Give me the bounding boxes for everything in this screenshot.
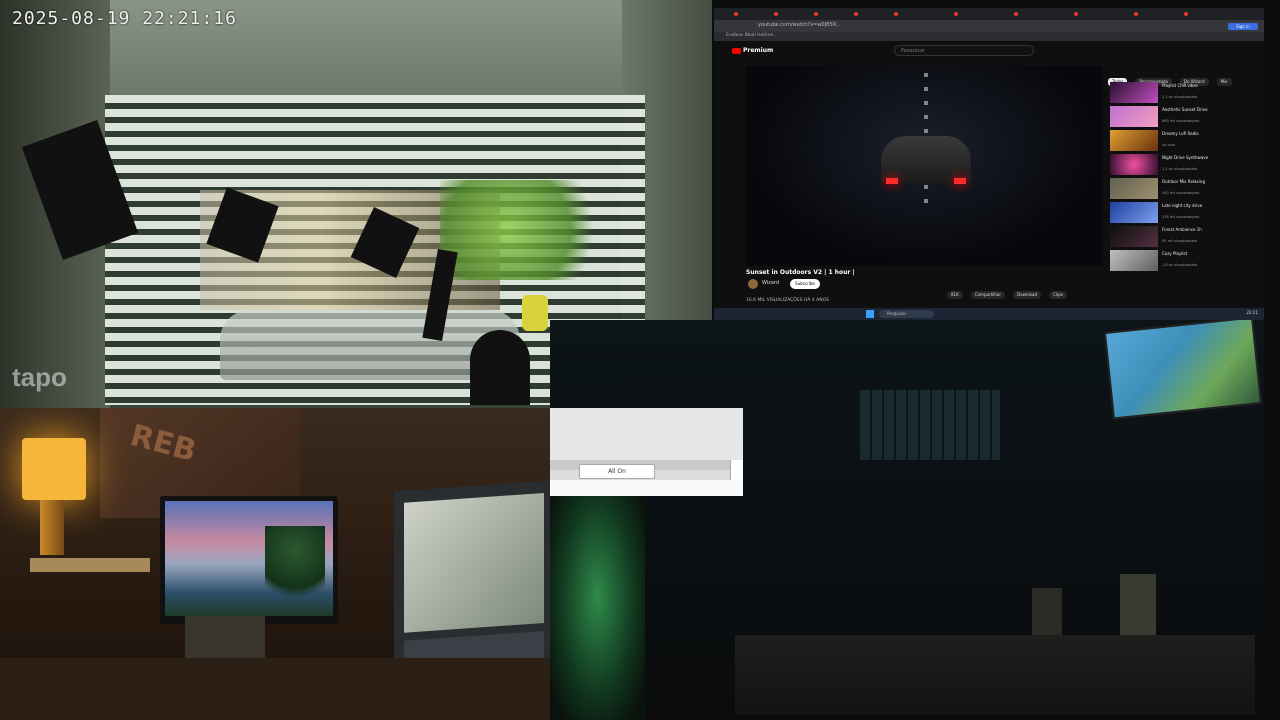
browser-tab-strip[interactable] <box>714 8 1264 20</box>
youtube-logo-text: Premium <box>743 47 774 54</box>
lamp <box>22 438 86 500</box>
list-item[interactable]: Cozy Playlist 1,8 mi visualizações <box>1108 250 1258 272</box>
like-button[interactable]: 81K <box>947 291 963 299</box>
channel-name[interactable]: Wizard <box>762 280 779 286</box>
tail-light <box>954 178 966 184</box>
plants <box>440 180 610 280</box>
dark-room-camera-feed <box>550 320 1264 720</box>
url-text[interactable]: youtube.com/watch?v=w0JB5R... <box>758 22 841 28</box>
share-button[interactable]: Compartilhar <box>970 291 1006 299</box>
rec-meta: 92 mil visualizações <box>1162 239 1198 243</box>
tab-favicon <box>734 12 738 16</box>
control-window-body <box>550 408 743 460</box>
screen-share-browser: youtube.com/watch?v=w0JB5R... Sign in En… <box>714 8 1264 320</box>
bookmark-items[interactable]: Endless 8ball Hotline... <box>726 33 777 38</box>
list-item[interactable]: Dreamy Lofi Radio Ao vivo <box>1108 130 1258 152</box>
rec-meta: 540 mil visualizações <box>1162 191 1200 195</box>
control-window: All On <box>550 408 743 496</box>
youtube-play-icon <box>732 47 741 54</box>
lamp-stand <box>40 500 64 555</box>
tab-favicon <box>894 12 898 16</box>
rec-title[interactable]: Dreamy Lofi Radio <box>1162 131 1234 141</box>
tab-favicon <box>854 12 858 16</box>
tab-favicon <box>1074 12 1078 16</box>
bookmarks-bar[interactable]: Endless 8ball Hotline... <box>714 32 1264 41</box>
video-thumbnail[interactable] <box>1110 130 1158 151</box>
address-bar[interactable]: youtube.com/watch?v=w0JB5R... Sign in <box>714 20 1264 32</box>
rec-title[interactable]: Outdoor Mix Relaxing <box>1162 179 1234 189</box>
list-item[interactable]: Night Drive Synthwave 1,2 mi visualizaçõe… <box>1108 154 1258 176</box>
rec-title[interactable]: Night Drive Synthwave <box>1162 155 1234 165</box>
video-thumbnail[interactable] <box>1110 250 1158 271</box>
sign-in-button[interactable]: Sign in <box>1228 23 1258 30</box>
green-light <box>550 496 645 720</box>
subscribe-button[interactable]: Subscribe <box>790 279 820 289</box>
yellow-object <box>522 295 548 331</box>
video-thumbnail[interactable] <box>1110 202 1158 223</box>
windows-taskbar: Pesquisar 22:21 <box>714 308 1264 320</box>
video-player[interactable] <box>746 66 1102 266</box>
wall-tv <box>1103 320 1263 420</box>
youtube-search-input[interactable]: Pesquisar <box>894 45 1034 56</box>
tab-favicon <box>1184 12 1188 16</box>
recommendation-list: Playlist Chill vibes 2,1 mi visualizações… <box>1108 82 1258 274</box>
rec-meta: 318 mil visualizações <box>1162 215 1200 219</box>
video-thumbnail[interactable] <box>1110 106 1158 127</box>
list-item[interactable]: Outdoor Mix Relaxing 540 mil visualizaçõe… <box>1108 178 1258 200</box>
all-on-button[interactable]: All On <box>579 464 655 479</box>
tab-favicon <box>1014 12 1018 16</box>
cup <box>1032 588 1062 636</box>
rec-meta: 1,2 mi visualizações <box>1162 167 1198 171</box>
tail-light <box>886 178 898 184</box>
download-button[interactable]: Download <box>1013 291 1041 299</box>
camera-watermark: tapo <box>12 362 67 392</box>
window <box>860 390 1000 460</box>
bottle <box>1120 574 1156 638</box>
hanging-object <box>470 330 530 405</box>
video-thumbnail[interactable] <box>1110 82 1158 103</box>
rec-title[interactable]: Playlist Chill vibes <box>1162 83 1234 93</box>
desk-papers <box>30 558 150 572</box>
monitor <box>160 496 338 624</box>
palm-tree <box>265 526 325 606</box>
rec-title[interactable]: Cozy Playlist <box>1162 251 1234 261</box>
list-item[interactable]: Late night city drive 318 mil visualizaçõ… <box>1108 202 1258 224</box>
video-description[interactable]: 16.6 MIL VISUALIZAÇÕES HÁ 4 ANOS <box>746 298 829 303</box>
video-title: Sunset in Outdoors V2 | 1 hour | <box>746 269 855 276</box>
second-monitor-screen <box>404 492 544 633</box>
rec-title[interactable]: Aesthetic Sunset Drive <box>1162 107 1234 117</box>
video-actions: 81K Compartilhar Download Clipe <box>944 281 1068 300</box>
tab-favicon <box>954 12 958 16</box>
control-window-footer <box>550 480 743 496</box>
rec-title[interactable]: Forest Ambience 1h <box>1162 227 1234 237</box>
youtube-header: Premium Pesquisar <box>714 41 1264 61</box>
tab-favicon <box>774 12 778 16</box>
rec-meta: Ao vivo <box>1162 143 1175 147</box>
rec-meta: 2,1 mi visualizações <box>1162 95 1198 99</box>
tab-favicon <box>1134 12 1138 16</box>
video-thumbnail[interactable] <box>1110 226 1158 247</box>
video-thumbnail[interactable] <box>1110 178 1158 199</box>
rec-title[interactable]: Late night city drive <box>1162 203 1234 213</box>
list-item[interactable]: Forest Ambience 1h 92 mil visualizações <box>1108 226 1258 248</box>
table <box>735 635 1255 715</box>
camera-timestamp: 2025-08-19 22:21:16 <box>12 8 237 29</box>
room-camera-feed: REB <box>0 408 550 720</box>
taskbar-search-input[interactable]: Pesquisar <box>879 310 934 318</box>
clip-button[interactable]: Clipe <box>1049 291 1068 299</box>
list-item[interactable]: Playlist Chill vibes 2,1 mi visualizações <box>1108 82 1258 104</box>
youtube-logo[interactable]: Premium <box>732 47 773 54</box>
channel-avatar[interactable] <box>748 279 758 289</box>
taskbar-clock[interactable]: 22:21 <box>1246 310 1258 315</box>
rec-meta: 869 mil visualizações <box>1162 119 1200 123</box>
video-thumbnail[interactable] <box>1110 154 1158 175</box>
rec-meta: 1,8 mi visualizações <box>1162 263 1198 267</box>
car-in-video <box>881 136 971 184</box>
desk <box>0 658 550 720</box>
start-menu-icon[interactable] <box>866 310 874 318</box>
control-window-side <box>730 460 743 480</box>
list-item[interactable]: Aesthetic Sunset Drive 869 mil visualizaç… <box>1108 106 1258 128</box>
tab-favicon <box>814 12 818 16</box>
